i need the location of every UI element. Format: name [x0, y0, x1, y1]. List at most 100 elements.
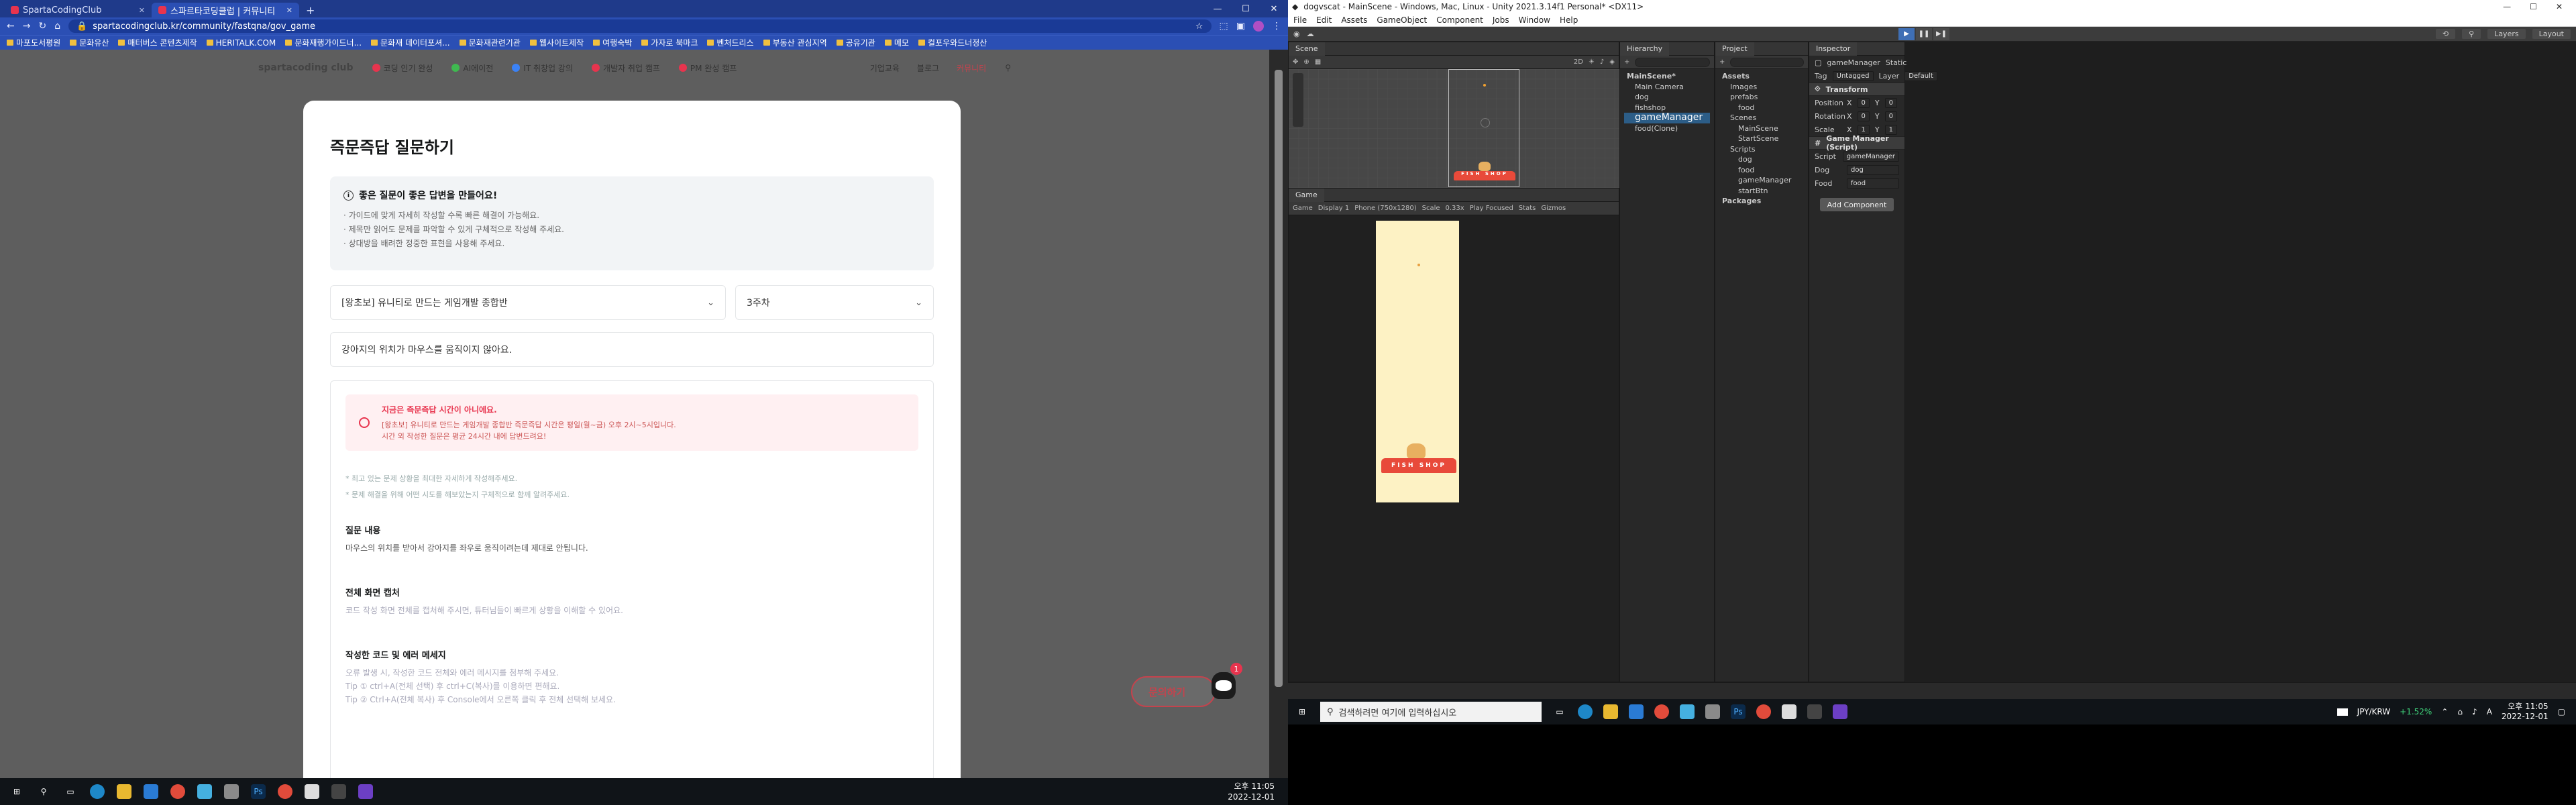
add-icon[interactable]: + [1719, 58, 1725, 66]
tree-item[interactable]: prefabs [1719, 92, 1804, 103]
edge-icon[interactable] [1578, 704, 1593, 719]
maximize-icon[interactable]: ☐ [1232, 0, 1260, 17]
visual-studio-icon[interactable] [358, 784, 373, 799]
browser-tab-2[interactable]: 스파르타코딩클럽 | 커뮤니티 ✕ [152, 3, 299, 17]
tree-item[interactable]: Main Camera [1624, 82, 1710, 93]
tree-item[interactable]: StartScene [1719, 133, 1804, 144]
menu-item[interactable]: Component [1436, 15, 1483, 25]
grid-icon[interactable]: ▦ [1315, 58, 1321, 66]
rotation-y[interactable]: 0 [1884, 111, 1898, 121]
field-value[interactable]: dog [1847, 164, 1899, 175]
cloud-icon[interactable]: ☁ [1307, 30, 1314, 38]
mail-icon[interactable] [144, 784, 158, 799]
week-select[interactable]: 3주차 ⌄ [735, 285, 934, 320]
site-nav-item[interactable]: 개발자 취업 캠프 [591, 62, 660, 74]
script-component-header[interactable]: Game Manager (Script) [1826, 134, 1899, 152]
extensions-icon[interactable]: ⬚ [1220, 21, 1228, 32]
tree-item[interactable]: dog [1624, 92, 1710, 103]
tree-item[interactable]: Packages [1719, 196, 1804, 207]
tree-item[interactable]: startBtn [1719, 186, 1804, 197]
scene-tab[interactable]: Scene [1289, 42, 1325, 56]
tree-item[interactable]: MainScene* [1624, 71, 1710, 82]
scrollbar-thumb[interactable] [1275, 70, 1283, 687]
star-icon[interactable]: ☆ [1195, 21, 1203, 32]
tree-item[interactable]: Images [1719, 82, 1804, 93]
currency-pair[interactable]: JPY/KRW [2357, 707, 2390, 716]
notification-icon[interactable]: ▢ [2558, 707, 2565, 716]
bookmark-item[interactable]: 가자로 북마크 [641, 37, 698, 48]
maximize-icon[interactable]: ☐ [2530, 2, 2537, 11]
close-tab-icon[interactable]: ✕ [139, 6, 145, 15]
bookmark-item[interactable]: 문화재행가이드너... [285, 37, 362, 48]
tree-item[interactable]: gameManager [1719, 175, 1804, 186]
menu-item[interactable]: Jobs [1493, 15, 1509, 25]
edge-icon[interactable] [90, 784, 105, 799]
inspector-tab[interactable]: Inspector [1809, 42, 1858, 56]
bookmark-item[interactable]: 부동산 관심지역 [763, 37, 827, 48]
chrome-icon[interactable] [1756, 704, 1771, 719]
field-value[interactable]: food [1847, 178, 1899, 189]
course-select[interactable]: [왕초보] 유니티로 만드는 게임개발 종합반 ⌄ [330, 285, 726, 320]
app-icon[interactable] [1705, 704, 1720, 719]
back-icon[interactable]: ← [7, 21, 15, 32]
address-bar[interactable]: 🔒 spartacodingclub.kr/community/fastqna/g… [68, 19, 1212, 33]
tree-item[interactable]: Assets [1719, 71, 1804, 82]
food-object[interactable] [1483, 84, 1486, 87]
close-tab-icon[interactable]: ✕ [286, 6, 292, 15]
bookmark-item[interactable]: 여행숙박 [593, 37, 632, 48]
tree-item[interactable]: food [1719, 165, 1804, 176]
audio-icon[interactable]: ♪ [1600, 58, 1604, 66]
page-scrollbar[interactable] [1269, 50, 1288, 778]
visual-studio-icon[interactable] [1833, 704, 1847, 719]
windows-start-icon[interactable]: ⊞ [9, 784, 24, 799]
unity-hub-icon[interactable] [305, 784, 319, 799]
tree-item[interactable]: dog [1719, 154, 1804, 165]
new-tab-button[interactable]: + [299, 3, 321, 17]
system-clock[interactable]: 오후 11:05 2022-12-01 [1228, 781, 1275, 802]
bookmark-item[interactable]: 컬포우와드너정산 [918, 37, 987, 48]
position-y[interactable]: 0 [1884, 97, 1898, 108]
hierarchy-tab[interactable]: Hierarchy [1620, 42, 1670, 56]
close-window-icon[interactable]: ✕ [1260, 0, 1288, 17]
bookmark-item[interactable]: 마포도서평원 [7, 37, 60, 48]
windows-search-box[interactable]: ⚲ 검색하려면 여기에 입력하십시오 [1320, 702, 1542, 722]
tree-item[interactable]: Scripts [1719, 144, 1804, 155]
chevron-up-icon[interactable]: ⌃ [2441, 707, 2448, 716]
project-tab[interactable]: Project [1715, 42, 1754, 56]
app-icon[interactable] [1680, 704, 1695, 719]
home-icon[interactable]: ⌂ [54, 21, 60, 32]
windows-start-icon[interactable]: ⊞ [1295, 704, 1309, 719]
chrome-icon[interactable] [170, 784, 185, 799]
question-body-editor[interactable]: 지금은 즉문즉답 시간이 아니에요. [왕초보] 유니티로 만드는 게임개발 종… [330, 380, 934, 796]
bookmark-item[interactable]: 문화유산 [70, 37, 109, 48]
site-nav-item[interactable]: AI에이전 [451, 62, 493, 74]
search-icon[interactable]: ⚲ [36, 784, 51, 799]
scale-x[interactable]: 1 [1857, 124, 1870, 135]
site-nav-item[interactable]: 코딩 인기 완성 [372, 62, 433, 74]
photoshop-icon[interactable]: Ps [1731, 704, 1746, 719]
bookmark-item[interactable]: 웹사이트제작 [529, 37, 584, 48]
chrome-icon[interactable] [1654, 704, 1669, 719]
play-button[interactable]: ▶ [1898, 28, 1915, 40]
app-icon[interactable] [197, 784, 212, 799]
layer-dropdown[interactable]: Default [1904, 70, 1937, 81]
game-tab[interactable]: Game [1289, 188, 1324, 202]
chrome-icon[interactable] [278, 784, 292, 799]
pause-button[interactable]: ❚❚ [1916, 28, 1932, 40]
add-component-button[interactable]: Add Component [1820, 198, 1894, 211]
site-header-link[interactable]: 기업교육 [870, 62, 900, 74]
tag-dropdown[interactable]: Untagged [1832, 70, 1874, 81]
volume-icon[interactable]: ♪ [2472, 707, 2477, 716]
step-button[interactable]: ▶❚ [1933, 28, 1949, 40]
site-nav-item[interactable]: PM 완성 캠프 [678, 62, 737, 74]
site-nav-item[interactable]: IT 취창업 강의 [512, 62, 573, 74]
account-icon[interactable]: ◉ [1293, 30, 1300, 38]
game-bar-item[interactable]: Game [1293, 205, 1313, 212]
bookmark-item[interactable]: 문화재관련기관 [459, 37, 521, 48]
bookmark-item[interactable]: 벤처드리스 [707, 37, 754, 48]
menu-item[interactable]: Window [1519, 15, 1550, 25]
menu-item[interactable]: File [1293, 15, 1307, 25]
site-header-link[interactable]: 커뮤니티 [957, 62, 986, 74]
sidebar-icon[interactable]: ▣ [1236, 21, 1245, 32]
tool-handle-icon[interactable]: ✥ [1293, 58, 1298, 66]
